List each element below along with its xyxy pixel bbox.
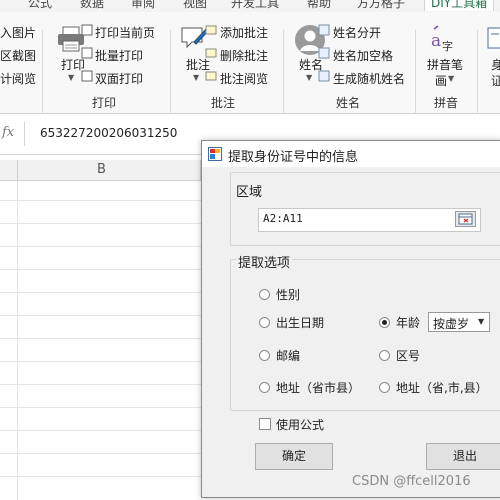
browse-comments-item[interactable]: 批注阅览 <box>220 70 268 87</box>
range-select-icon <box>458 213 473 225</box>
chevron-down-icon: ▼ <box>448 74 455 83</box>
area-code-option-label: 区号 <box>396 349 421 363</box>
ribbon: 入图片 区截图 计阅览 打印 ▼ 打印当前页 批量打印 双面打印 打印 批注 ▼… <box>0 12 500 122</box>
browse-comment-icon <box>205 71 217 81</box>
group-separator <box>415 30 416 122</box>
chevron-down-icon: ▼ <box>306 73 313 82</box>
random-name-icon <box>318 70 330 82</box>
batch-print-icon <box>81 47 93 59</box>
postcode-radio[interactable] <box>259 350 270 361</box>
name-add-space-item[interactable]: 姓名加空格 <box>333 47 393 64</box>
area-label: 区域 <box>236 185 263 200</box>
formula-divider <box>24 122 25 146</box>
formula-input[interactable]: 653227200206031250 <box>40 126 177 140</box>
age-option-label: 年龄 <box>396 316 421 330</box>
options-label: 提取选项 <box>236 252 293 271</box>
tab-review[interactable]: 审阅 <box>131 0 155 11</box>
area-screenshot-item[interactable]: 区截图 <box>0 47 36 64</box>
range-picker-button[interactable] <box>455 211 476 227</box>
birthdate-radio[interactable] <box>259 317 270 328</box>
tab-data[interactable]: 数据 <box>80 0 104 11</box>
function-icon[interactable]: fx <box>2 125 14 140</box>
ok-button[interactable]: 确定 <box>255 443 333 470</box>
age-radio[interactable] <box>379 317 390 328</box>
print-group-label: 打印 <box>92 96 117 110</box>
exit-button[interactable]: 退出 <box>426 443 500 470</box>
print-current-page-item[interactable]: 打印当前页 <box>95 24 155 41</box>
tab-help[interactable]: 帮助 <box>307 0 331 11</box>
tab-view[interactable]: 视图 <box>183 0 207 11</box>
tab-developer[interactable]: 开发工具 <box>231 0 279 11</box>
delete-comment-icon <box>205 48 217 58</box>
name-space-icon <box>318 47 330 59</box>
chevron-down-icon: ▼ <box>193 73 200 82</box>
print-page-icon <box>81 24 93 36</box>
group-separator <box>283 30 284 122</box>
duplex-print-item[interactable]: 双面打印 <box>95 70 143 87</box>
tab-diy-toolbox[interactable]: DIY工具箱 <box>424 0 495 11</box>
address-county-radio[interactable] <box>259 382 270 393</box>
age-mode-select[interactable]: 按虚岁 ▼ <box>428 312 490 332</box>
insert-picture-item[interactable]: 入图片 <box>0 24 36 41</box>
postcode-option-label: 邮编 <box>276 349 301 363</box>
use-formula-label: 使用公式 <box>276 418 325 432</box>
pinyin-icon[interactable]: a 字 <box>430 24 460 54</box>
batch-print-item[interactable]: 批量打印 <box>95 47 143 64</box>
name-group-label: 姓名 <box>336 96 361 110</box>
split-name-item[interactable]: 姓名分开 <box>333 24 381 41</box>
svg-text:a: a <box>431 31 441 51</box>
group-separator <box>42 30 43 122</box>
use-formula-checkbox[interactable] <box>259 418 271 430</box>
duplex-print-icon <box>81 70 93 82</box>
pinyin-group-label: 拼音 <box>434 96 459 110</box>
pinyin-button-label[interactable]: 拼音笔 <box>427 56 463 73</box>
add-comment-item[interactable]: 添加批注 <box>220 24 268 41</box>
age-mode-value: 按虚岁 <box>433 317 470 331</box>
id-button-label[interactable]: 身 <box>491 56 500 73</box>
delete-comment-item[interactable]: 删除批注 <box>220 47 268 64</box>
watermark: CSDN @ffcell2016 <box>352 474 471 489</box>
add-comment-icon <box>205 25 217 35</box>
address-split-option-label: 地址（省,市,县） <box>396 381 488 395</box>
gender-option-label: 性别 <box>276 288 301 302</box>
gender-radio[interactable] <box>259 289 270 300</box>
area-range-input[interactable]: A2:A11 <box>258 208 481 232</box>
pinyin-button-label-2[interactable]: 画 <box>435 72 447 89</box>
comment-group-label: 批注 <box>211 96 236 110</box>
random-name-item[interactable]: 生成随机姓名 <box>333 70 405 87</box>
id-card-icon[interactable] <box>487 26 500 52</box>
address-county-option-label: 地址（省市县） <box>276 381 361 395</box>
dialog-titlebar[interactable]: 提取身份证号中的信息 <box>202 141 500 167</box>
app-window-icon <box>208 147 222 161</box>
chevron-down-icon: ▼ <box>478 317 485 326</box>
group-separator <box>170 30 171 122</box>
id-group-label: 证 <box>491 74 500 88</box>
birthdate-option-label: 出生日期 <box>276 316 325 330</box>
tab-ffcell[interactable]: 方方格子 <box>357 0 405 11</box>
group-separator <box>477 30 478 122</box>
area-range-value: A2:A11 <box>263 212 303 225</box>
picture-browse-item[interactable]: 计阅览 <box>0 70 36 87</box>
tab-formulas[interactable]: 公式 <box>28 0 52 11</box>
dialog-title: 提取身份证号中的信息 <box>228 150 359 165</box>
address-split-radio[interactable] <box>379 382 390 393</box>
svg-text:字: 字 <box>442 39 453 53</box>
extract-id-info-dialog: 提取身份证号中的信息 区域 A2:A11 提取选项 性别 出生日期 年龄 按虚岁… <box>201 140 500 498</box>
column-divider <box>17 160 18 180</box>
column-header-b[interactable]: B <box>97 162 106 177</box>
name-split-icon <box>318 24 330 36</box>
chevron-down-icon: ▼ <box>68 73 75 82</box>
area-code-radio[interactable] <box>379 350 390 361</box>
